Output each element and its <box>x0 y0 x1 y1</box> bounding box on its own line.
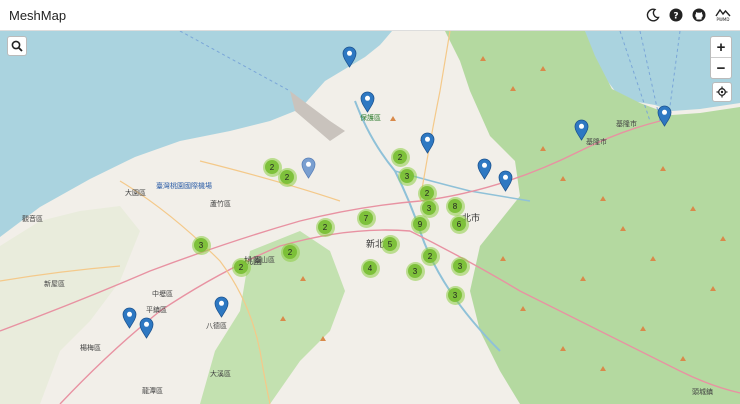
cluster-marker[interactable]: 3 <box>405 261 425 281</box>
cluster-marker[interactable]: 2 <box>390 147 410 167</box>
locate-button[interactable] <box>712 82 732 102</box>
top-bar: MeshMap ? PWMD <box>0 0 740 31</box>
svg-text:?: ? <box>673 11 678 21</box>
place-label-baoshan: 保護區 <box>360 114 381 122</box>
cluster-marker[interactable]: 2 <box>315 217 335 237</box>
cluster-count: 2 <box>280 170 294 184</box>
place-label-guanyin: 觀音區 <box>22 215 43 223</box>
map-pin-icon[interactable] <box>139 317 154 339</box>
cluster-count: 2 <box>423 249 437 263</box>
cluster-marker[interactable]: 2 <box>231 257 251 277</box>
map-pin-icon[interactable] <box>301 157 316 179</box>
place-label-daxi: 大溪區 <box>210 370 231 378</box>
map-pin-icon[interactable] <box>214 296 229 318</box>
github-icon[interactable] <box>691 7 707 23</box>
app-title: MeshMap <box>9 8 67 23</box>
cluster-count: 9 <box>413 217 427 231</box>
cluster-marker[interactable]: 3 <box>191 235 211 255</box>
zoom-in-button[interactable]: + <box>711 37 731 57</box>
cluster-marker[interactable]: 3 <box>450 256 470 276</box>
cluster-count: 3 <box>400 169 414 183</box>
cluster-count: 5 <box>383 237 397 251</box>
cluster-marker[interactable]: 9 <box>410 214 430 234</box>
cluster-marker[interactable]: 5 <box>380 234 400 254</box>
cluster-count: 3 <box>448 288 462 302</box>
header-icons: ? PWMD <box>645 7 732 23</box>
cluster-count: 3 <box>408 264 422 278</box>
cluster-count: 2 <box>318 220 332 234</box>
map-pin-icon[interactable] <box>342 46 357 68</box>
zoom-out-button[interactable]: − <box>711 57 731 78</box>
map-pin-icon[interactable] <box>477 158 492 180</box>
cluster-marker[interactable]: 7 <box>356 208 376 228</box>
place-label-guishan: 龜山區 <box>254 256 275 264</box>
map-canvas[interactable]: 基隆市 基隆市 北市 新北 桃園 大園區 觀音區 新屋區 中壢區 平鎮區 楊梅區… <box>0 31 740 404</box>
map-pin-icon[interactable] <box>122 307 137 329</box>
place-label-pingzhen: 平鎮區 <box>146 306 167 314</box>
cluster-count: 3 <box>422 201 436 215</box>
place-label-keelung: 基隆市 <box>616 120 637 128</box>
search-button[interactable] <box>7 36 27 56</box>
cluster-marker[interactable]: 4 <box>360 258 380 278</box>
cluster-marker[interactable]: 2 <box>280 242 300 262</box>
cluster-count: 8 <box>448 199 462 213</box>
cluster-marker[interactable]: 2 <box>277 167 297 187</box>
map-pin-icon[interactable] <box>574 119 589 141</box>
cluster-marker[interactable]: 2 <box>420 246 440 266</box>
search-icon <box>11 40 23 52</box>
place-label-airport: 臺灣桃園國際機場 <box>156 182 212 190</box>
cluster-marker[interactable]: 6 <box>449 214 469 234</box>
place-label-bade: 八德區 <box>206 322 227 330</box>
cluster-count: 2 <box>283 245 297 259</box>
cluster-count: 2 <box>234 260 248 274</box>
zoom-control: + − <box>710 36 732 79</box>
cluster-count: 3 <box>194 238 208 252</box>
cluster-count: 2 <box>420 186 434 200</box>
map-pin-icon[interactable] <box>420 132 435 154</box>
cluster-count: 4 <box>363 261 377 275</box>
map-pin-icon[interactable] <box>498 170 513 192</box>
place-label-luzhu: 蘆竹區 <box>210 200 231 208</box>
map-pin-icon[interactable] <box>360 91 375 113</box>
pwmd-label: PWMD <box>716 17 730 22</box>
cluster-marker[interactable]: 3 <box>445 285 465 305</box>
cluster-count: 2 <box>393 150 407 164</box>
cluster-count: 2 <box>265 160 279 174</box>
cluster-marker[interactable]: 3 <box>397 166 417 186</box>
map-pin-icon[interactable] <box>657 105 672 127</box>
place-label-xinwu: 新屋區 <box>44 280 65 288</box>
cluster-marker[interactable]: 8 <box>445 196 465 216</box>
place-label-keelung-2: 基隆市 <box>586 138 607 146</box>
place-label-touwei: 頭城鎮 <box>692 388 713 396</box>
place-label-dayuan: 大園區 <box>125 189 146 197</box>
place-label-longtan: 龍潭區 <box>142 387 163 395</box>
cluster-count: 7 <box>359 211 373 225</box>
pwmd-icon[interactable]: PWMD <box>714 7 732 23</box>
cluster-count: 3 <box>453 259 467 273</box>
cluster-count: 6 <box>452 217 466 231</box>
moon-icon[interactable] <box>645 7 661 23</box>
crosshair-icon <box>716 86 728 98</box>
place-label-yangmei: 楊梅區 <box>80 344 101 352</box>
place-label-zhongli: 中壢區 <box>152 290 173 298</box>
help-icon[interactable]: ? <box>668 7 684 23</box>
